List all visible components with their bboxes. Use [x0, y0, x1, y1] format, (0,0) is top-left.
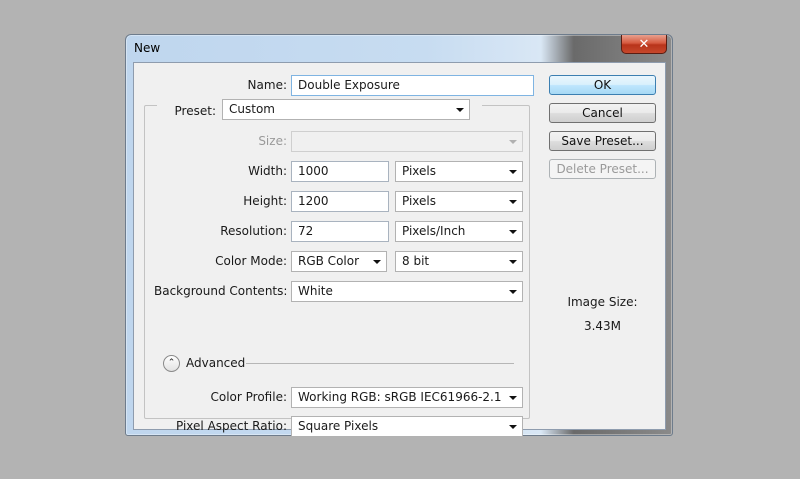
- background-contents-label: Background Contents:: [154, 284, 288, 298]
- background-contents-select[interactable]: White: [291, 281, 523, 302]
- width-unit-select[interactable]: Pixels: [395, 161, 523, 182]
- chevron-down-icon: [509, 230, 517, 234]
- name-label: Name:: [247, 78, 287, 92]
- close-button[interactable]: ✕: [621, 35, 667, 54]
- chevron-down-icon: [373, 260, 381, 264]
- color-mode-label: Color Mode:: [215, 254, 287, 268]
- title-bar[interactable]: New ✕: [126, 35, 672, 61]
- cancel-button[interactable]: Cancel: [549, 103, 656, 123]
- advanced-toggle-button[interactable]: ⌃: [163, 355, 180, 372]
- pixel-aspect-ratio-select[interactable]: Square Pixels: [291, 416, 523, 437]
- width-label: Width:: [248, 164, 287, 178]
- delete-preset-button[interactable]: Delete Preset...: [549, 159, 656, 179]
- preset-label: Preset:: [174, 104, 216, 118]
- height-unit-select[interactable]: Pixels: [395, 191, 523, 212]
- color-profile-label: Color Profile:: [210, 390, 288, 404]
- height-input[interactable]: 1200: [291, 191, 389, 212]
- size-label: Size:: [258, 134, 287, 148]
- pixel-aspect-ratio-label: Pixel Aspect Ratio:: [176, 419, 287, 433]
- chevron-down-icon: [456, 108, 464, 112]
- advanced-label: Advanced: [186, 356, 246, 370]
- resolution-input[interactable]: 72: [291, 221, 389, 242]
- chevron-down-icon: [509, 170, 517, 174]
- preset-select[interactable]: Custom: [222, 99, 470, 120]
- chevron-down-icon: [509, 290, 517, 294]
- chevron-down-icon: [509, 200, 517, 204]
- chevron-down-icon: [509, 140, 517, 144]
- color-mode-select[interactable]: RGB Color: [291, 251, 387, 272]
- chevron-up-icon: ⌃: [167, 358, 176, 368]
- color-profile-select[interactable]: Working RGB: sRGB IEC61966-2.1: [291, 387, 523, 408]
- dialog-title: New: [134, 41, 161, 55]
- chevron-down-icon: [509, 260, 517, 264]
- new-document-dialog: New ✕ Name: Double Exposure Preset: Cust…: [125, 34, 673, 437]
- resolution-unit-select[interactable]: Pixels/Inch: [395, 221, 523, 242]
- color-mode-value: RGB Color: [298, 254, 360, 268]
- preset-value: Custom: [229, 102, 275, 116]
- save-preset-button[interactable]: Save Preset...: [549, 131, 656, 151]
- image-size-value: 3.43M: [583, 319, 622, 333]
- width-unit-value: Pixels: [402, 164, 437, 178]
- bit-depth-select[interactable]: 8 bit: [395, 251, 523, 272]
- close-icon: ✕: [638, 36, 650, 52]
- name-input[interactable]: Double Exposure: [291, 75, 534, 96]
- chevron-down-icon: [509, 425, 517, 429]
- height-label: Height:: [243, 194, 287, 208]
- dialog-body: Name: Double Exposure Preset: Custom Siz…: [133, 62, 666, 437]
- pixel-aspect-ratio-value: Square Pixels: [298, 419, 379, 433]
- size-select[interactable]: [291, 131, 523, 152]
- image-size-label: Image Size:: [567, 295, 638, 309]
- advanced-divider: [246, 363, 514, 364]
- background-contents-value: White: [298, 284, 333, 298]
- resolution-unit-value: Pixels/Inch: [402, 224, 466, 238]
- chevron-down-icon: [509, 396, 517, 400]
- resolution-label: Resolution:: [220, 224, 287, 238]
- bit-depth-value: 8 bit: [402, 254, 430, 268]
- ok-button[interactable]: OK: [549, 75, 656, 95]
- width-input[interactable]: 1000: [291, 161, 389, 182]
- height-unit-value: Pixels: [402, 194, 437, 208]
- color-profile-value: Working RGB: sRGB IEC61966-2.1: [298, 390, 502, 404]
